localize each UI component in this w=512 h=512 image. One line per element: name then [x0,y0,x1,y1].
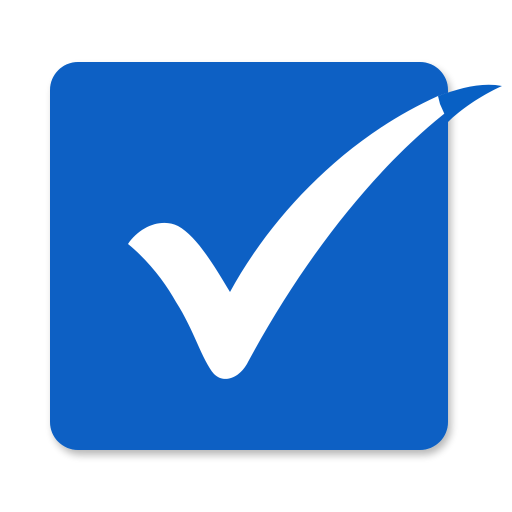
checkbox-checked-icon[interactable] [0,0,512,512]
app-icon-canvas [0,0,512,512]
checkbox-box [50,62,448,450]
